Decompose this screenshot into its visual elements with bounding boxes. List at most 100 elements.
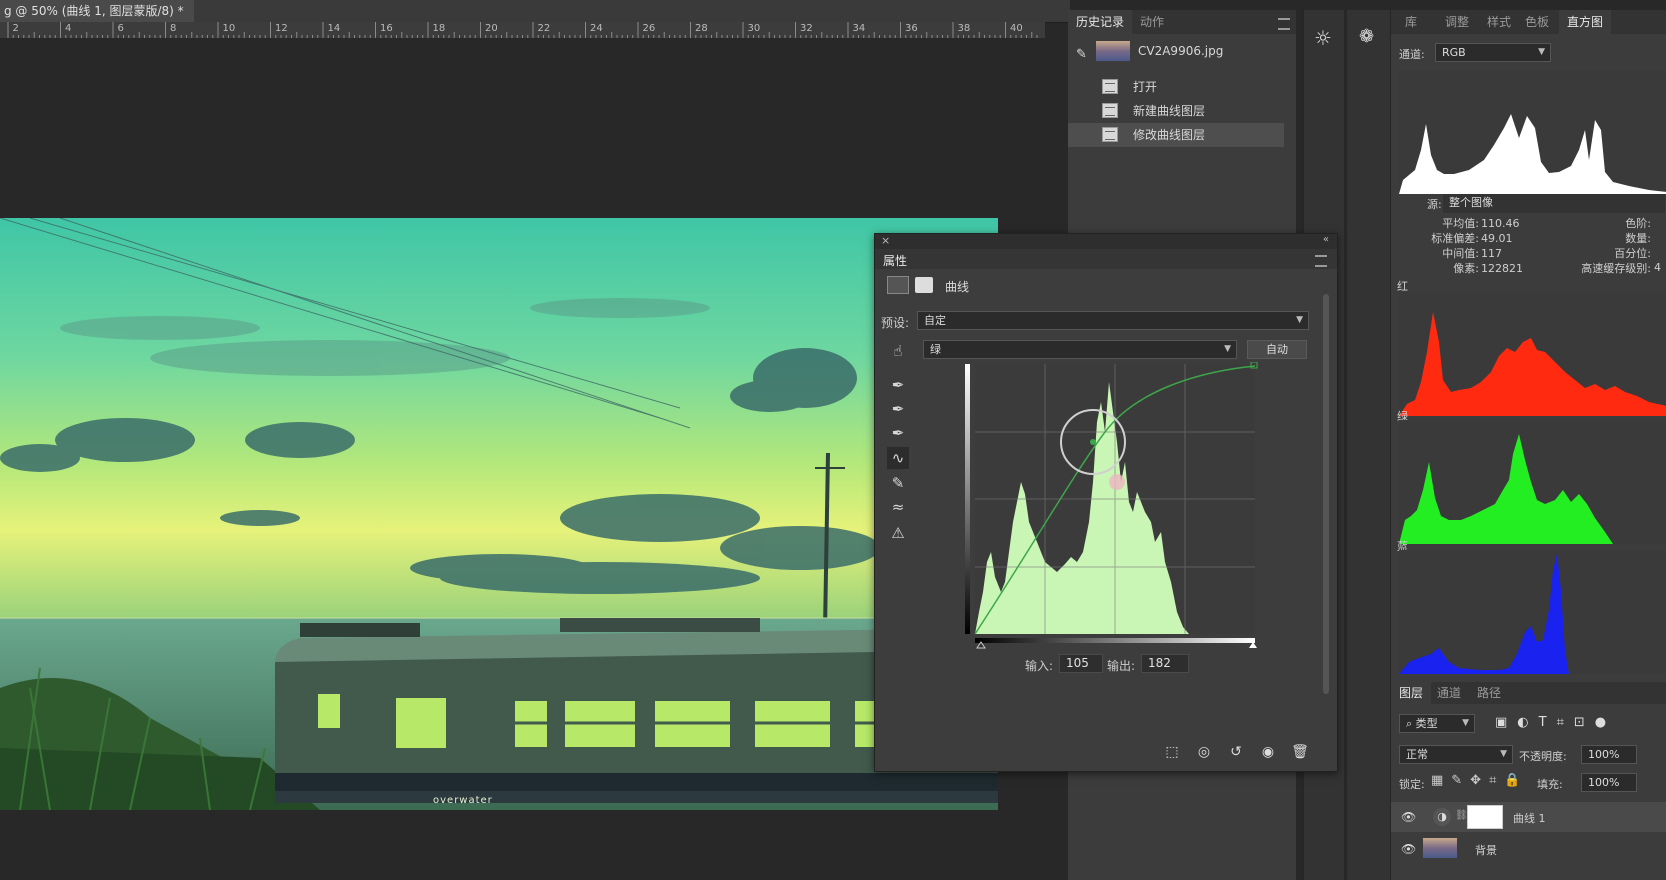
output-label: 输出: bbox=[1107, 659, 1136, 673]
watermark-text: overwater bbox=[433, 795, 493, 806]
opacity-field[interactable]: 100% bbox=[1581, 745, 1637, 764]
properties-panel[interactable]: × « 属性 曲线 预设: 自定 ▼ 绿 ▼ 自动 ☝ ✒ ✒ ✒ ∿ ✎ ≈ ⚠ bbox=[874, 233, 1338, 772]
properties-title-bar: 属性 bbox=[875, 249, 1337, 269]
ruler-label: 8 bbox=[170, 23, 177, 34]
tab-layers[interactable]: 图层 bbox=[1391, 682, 1432, 704]
source-select[interactable]: 整个图像 bbox=[1443, 194, 1665, 213]
reset-icon[interactable]: ↺ bbox=[1225, 742, 1247, 762]
visibility-eye-icon[interactable]: 👁 bbox=[1401, 810, 1417, 824]
layer-name: 背景 bbox=[1475, 844, 1497, 857]
channel-select-curves[interactable]: 绿 ▼ bbox=[923, 340, 1237, 359]
tab-actions[interactable]: 动作 bbox=[1140, 10, 1164, 34]
tab-adjustments[interactable]: 调整 bbox=[1445, 10, 1469, 34]
stat-label: 百分位: bbox=[1614, 247, 1651, 260]
layer-mask-thumbnail[interactable] bbox=[1467, 805, 1503, 829]
stat-label: 色阶: bbox=[1625, 217, 1651, 230]
lock-label: 锁定: bbox=[1399, 778, 1425, 791]
tab-library[interactable]: 库 bbox=[1405, 10, 1417, 34]
tab-histogram[interactable]: 直方图 bbox=[1559, 10, 1612, 34]
chevron-down-icon: ▼ bbox=[1538, 47, 1545, 57]
output-value: 182 bbox=[1148, 656, 1171, 670]
history-brush-icon[interactable]: ✎ bbox=[1076, 40, 1092, 70]
layer-name: 曲线 1 bbox=[1513, 812, 1546, 825]
black-eyedropper-icon[interactable]: ✒ bbox=[887, 374, 909, 396]
clipping-warning-icon[interactable]: ⚠ bbox=[887, 522, 909, 544]
mask-icon[interactable] bbox=[915, 277, 933, 293]
curves-graph[interactable] bbox=[965, 362, 1315, 662]
tab-styles[interactable]: 样式 bbox=[1487, 10, 1511, 34]
collapse-icon[interactable]: « bbox=[1323, 234, 1329, 245]
input-field[interactable]: 105 bbox=[1059, 654, 1103, 673]
brightness-icon[interactable]: ☼ bbox=[1314, 26, 1332, 50]
chain-link-icon[interactable]: ⛓ bbox=[1455, 810, 1468, 821]
blend-mode-select[interactable]: 正常 ▼ bbox=[1399, 745, 1513, 764]
visibility-eye-icon[interactable]: 👁 bbox=[1401, 842, 1417, 856]
layer-filter-select[interactable]: ⌕ 类型 ▼ bbox=[1399, 714, 1475, 733]
close-icon[interactable]: × bbox=[881, 234, 890, 247]
channel-select[interactable]: RGB ▼ bbox=[1435, 43, 1551, 62]
layer-filter-icons[interactable]: ▣◐T⌗⊡● bbox=[1495, 715, 1616, 730]
input-value: 105 bbox=[1066, 656, 1089, 670]
history-item[interactable]: 打开 bbox=[1068, 75, 1284, 99]
visibility-icon[interactable]: ◉ bbox=[1257, 742, 1279, 762]
ruler-label: 16 bbox=[380, 23, 393, 34]
properties-scrollbar[interactable] bbox=[1323, 294, 1329, 694]
collapsed-panel-strip-2: ❁ bbox=[1346, 10, 1391, 880]
ruler-label: 28 bbox=[695, 23, 708, 34]
blend-mode-value: 正常 bbox=[1406, 748, 1428, 761]
red-histogram bbox=[1399, 292, 1666, 416]
history-item-label: 打开 bbox=[1133, 80, 1158, 94]
auto-button[interactable]: 自动 bbox=[1247, 340, 1307, 359]
view-previous-icon[interactable]: ◎ bbox=[1193, 742, 1215, 762]
smooth-curve-icon[interactable]: ≈ bbox=[887, 496, 909, 518]
panel-menu-icon[interactable] bbox=[1315, 255, 1327, 267]
white-eyedropper-icon[interactable]: ✒ bbox=[887, 422, 909, 444]
stats-values: 110.46 49.01 117 122821 bbox=[1481, 216, 1541, 276]
layer-row-curves[interactable]: 👁 ◑ ⛓ 曲线 1 bbox=[1391, 802, 1666, 832]
horizontal-ruler: 2 4 6 8 10 12 14 16 18 20 22 24 26 28 30 32 34 36 38 40 bbox=[0, 22, 1045, 39]
preset-select[interactable]: 自定 ▼ bbox=[917, 311, 1309, 330]
panel-menu-icon[interactable] bbox=[1278, 18, 1290, 30]
stat-label: 标准偏差: bbox=[1431, 232, 1479, 245]
output-field[interactable]: 182 bbox=[1141, 654, 1189, 673]
curves-adjustment-icon[interactable] bbox=[887, 276, 909, 294]
pointer-indicator bbox=[1109, 474, 1125, 490]
gray-eyedropper-icon[interactable]: ✒ bbox=[887, 398, 909, 420]
pencil-icon[interactable]: ✎ bbox=[887, 472, 909, 494]
ruler-label: 32 bbox=[800, 23, 813, 34]
lock-icons[interactable]: ▦✎✥⌗🔒 bbox=[1431, 773, 1529, 788]
document-tab[interactable]: g @ 50% (曲线 1, 图层蒙版/8) * bbox=[0, 0, 194, 22]
ruler-label: 10 bbox=[222, 23, 236, 34]
layers-tab-bar: 图层 通道 路径 bbox=[1391, 682, 1666, 704]
search-icon: ⌕ bbox=[1406, 717, 1413, 730]
history-item[interactable]: 新建曲线图层 bbox=[1068, 99, 1284, 123]
layer-row-background[interactable]: 👁 背景 bbox=[1391, 834, 1666, 864]
history-snapshot[interactable]: ✎ CV2A9906.jpg bbox=[1068, 36, 1284, 66]
green-histogram bbox=[1399, 420, 1666, 544]
document-image[interactable] bbox=[0, 218, 998, 810]
stat-label: 高速缓存级别: bbox=[1581, 262, 1651, 275]
color-palette-icon[interactable]: ❁ bbox=[1359, 26, 1374, 47]
history-item-selected[interactable]: 修改曲线图层 bbox=[1068, 123, 1284, 147]
targeted-adjustment-icon[interactable]: ☝ bbox=[887, 340, 909, 362]
ruler-label: 30 bbox=[747, 23, 761, 34]
stat-label: 平均值: bbox=[1442, 217, 1479, 230]
trash-icon[interactable]: 🗑 bbox=[1289, 742, 1311, 762]
fill-field[interactable]: 100% bbox=[1581, 773, 1637, 792]
right-tab-bar: 库 调整 样式 色板 直方图 bbox=[1391, 10, 1666, 34]
tab-channels[interactable]: 通道 bbox=[1437, 682, 1461, 704]
input-gradient-bar bbox=[975, 638, 1255, 643]
ruler-label: 34 bbox=[852, 23, 866, 34]
ruler-label: 38 bbox=[957, 23, 971, 34]
blue-histogram bbox=[1399, 550, 1666, 674]
curve-point bbox=[1090, 439, 1096, 445]
tab-swatches[interactable]: 色板 bbox=[1525, 10, 1549, 34]
tab-paths[interactable]: 路径 bbox=[1477, 682, 1501, 704]
stat-std-dev: 49.01 bbox=[1481, 232, 1513, 245]
curve-point-tool-icon[interactable]: ∿ bbox=[887, 447, 909, 469]
clip-to-layer-icon[interactable]: ⬚ bbox=[1161, 742, 1183, 762]
ruler-label: 4 bbox=[65, 23, 72, 34]
chevron-down-icon: ▼ bbox=[1296, 315, 1303, 325]
history-item-label: 修改曲线图层 bbox=[1133, 128, 1206, 142]
tab-history[interactable]: 历史记录 bbox=[1068, 10, 1133, 34]
